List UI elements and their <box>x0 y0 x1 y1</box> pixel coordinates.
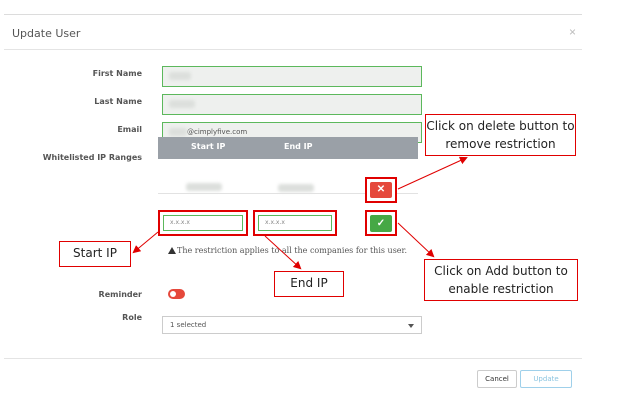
first-name-label: First Name <box>92 69 142 78</box>
redacted-value <box>169 72 191 80</box>
role-select-value: 1 selected <box>170 321 207 329</box>
redacted-value <box>169 128 187 136</box>
whitelisted-ip-label: Whitelisted IP Ranges <box>42 153 142 162</box>
last-name-label: Last Name <box>94 97 142 106</box>
start-ip-input[interactable]: x.x.x.x <box>163 215 243 231</box>
reminder-label: Reminder <box>98 290 142 299</box>
redacted-start-ip <box>186 183 222 191</box>
toggle-knob <box>170 291 176 297</box>
warning-icon <box>168 247 176 254</box>
email-label: Email <box>117 125 142 134</box>
chevron-down-icon <box>408 324 414 328</box>
redacted-end-ip <box>278 184 314 192</box>
role-select[interactable]: 1 selected <box>162 316 422 334</box>
role-label: Role <box>122 313 142 322</box>
header-divider <box>4 49 582 50</box>
add-ip-button[interactable]: ✓ <box>370 215 392 232</box>
footer-divider <box>4 358 582 359</box>
add-ip-button-highlight: ✓ <box>365 210 397 236</box>
start-ip-header: Start IP <box>191 142 226 151</box>
modal-title: Update User <box>12 27 81 40</box>
start-ip-highlight: x.x.x.x <box>158 210 248 236</box>
end-ip-highlight: x.x.x.x <box>253 210 337 236</box>
delete-ip-button[interactable]: ✕ <box>370 182 392 198</box>
end-ip-header: End IP <box>284 142 313 151</box>
ip-table-header: Start IP End IP <box>158 137 418 159</box>
end-ip-input[interactable]: x.x.x.x <box>258 215 332 231</box>
last-name-field[interactable] <box>162 94 422 115</box>
cancel-button[interactable]: Cancel <box>477 370 517 388</box>
delete-callout: Click on delete button to remove restric… <box>425 114 576 156</box>
restriction-note: The restriction applies to all the compa… <box>168 246 407 255</box>
first-name-field[interactable] <box>162 66 422 87</box>
delete-ip-button-highlight: ✕ <box>365 177 397 203</box>
redacted-value <box>169 100 195 108</box>
update-button[interactable]: Update <box>520 370 572 388</box>
end-ip-callout: End IP <box>274 271 344 297</box>
add-callout: Click on Add button to enable restrictio… <box>424 259 578 301</box>
restriction-note-text: The restriction applies to all the compa… <box>177 246 408 255</box>
close-icon[interactable]: × <box>569 25 576 39</box>
reminder-toggle[interactable] <box>168 289 185 299</box>
email-domain: @cimplyfive.com <box>187 128 248 136</box>
start-ip-callout: Start IP <box>59 241 131 267</box>
